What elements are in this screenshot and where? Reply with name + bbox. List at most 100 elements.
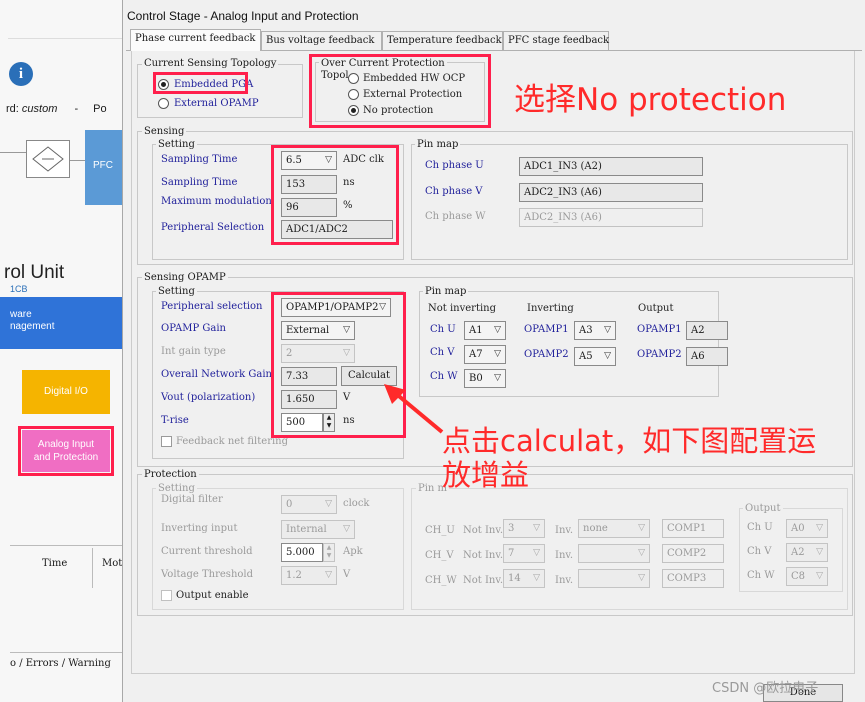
group-label: Pin map: [415, 139, 461, 150]
ch-phase-w-field: ADC2_IN3 (A6): [519, 208, 703, 227]
ch-phase-u-label: Ch phase U: [425, 160, 484, 171]
column-time: Time: [42, 558, 68, 569]
chevron-down-icon: ▽: [638, 548, 645, 558]
vout-polarization-label: Vout (polarization): [161, 392, 256, 403]
ch-phase-v-field: ADC2_IN3 (A6): [519, 183, 703, 202]
int-gain-type-label: Int gain type: [161, 346, 226, 357]
annotation-arrow-icon: [384, 384, 444, 434]
info-icon[interactable]: i: [9, 62, 33, 86]
board-value: custom: [21, 103, 58, 115]
group-label: Pin map: [423, 286, 469, 297]
prot-ch-u-not-inv-select[interactable]: 3 ▽: [503, 519, 545, 538]
analog-input-protection-tile[interactable]: Analog Input and Protection: [22, 430, 110, 472]
highlight-box: [309, 54, 491, 128]
opamp-ch-w-select[interactable]: B0 ▽: [464, 369, 506, 388]
overall-network-gain-label: Overall Network Gain: [161, 369, 272, 380]
current-threshold-unit: Apk: [343, 546, 363, 557]
prot-ch-w-label: CH_W: [425, 575, 457, 586]
digital-filter-label: Digital filter: [161, 494, 223, 505]
rectifier-icon: [32, 146, 64, 172]
chevron-down-icon: ▽: [533, 573, 540, 583]
highlight-box: [271, 145, 399, 245]
opamp-ch-v-select[interactable]: A7 ▽: [464, 345, 506, 364]
group-label: Current Sensing Topology: [142, 58, 279, 69]
chevron-down-icon: ▽: [816, 547, 823, 557]
out-opamp2-label: OPAMP2: [637, 349, 682, 360]
prot-inv-label: Inv.: [555, 550, 574, 561]
voltage-threshold-unit: V: [343, 569, 351, 580]
opamp-ch-u-label: Ch U: [430, 324, 456, 335]
prot-out-ch-w-select[interactable]: C8 ▽: [786, 567, 828, 586]
external-opamp-radio[interactable]: [158, 98, 169, 109]
log-tabs[interactable]: o / Errors / Warning: [10, 658, 111, 669]
prot-ch-u-inv-select[interactable]: none ▽: [578, 519, 650, 538]
prot-inv-label: Inv.: [555, 525, 574, 536]
prot-not-inv-label: Not Inv.: [463, 575, 503, 586]
sampling-time-label: Sampling Time: [161, 154, 238, 165]
tab-phase-current-feedback[interactable]: Phase current feedback: [130, 29, 261, 51]
current-threshold-label: Current threshold: [161, 546, 253, 557]
tab-pfc-stage-feedback[interactable]: PFC stage feedback: [503, 31, 609, 51]
control-unit-heading: rol Unit: [4, 262, 65, 283]
inv-opamp1-select[interactable]: A3 ▽: [574, 321, 616, 340]
out-opamp1-label: OPAMP1: [637, 324, 682, 335]
background-app-panel: i rd: custom - Po PFC rol Unit 1CB ware …: [0, 0, 122, 702]
firmware-management-tile[interactable]: ware nagement: [0, 297, 122, 349]
current-threshold-field[interactable]: 5.000: [281, 543, 323, 562]
ch-phase-v-label: Ch phase V: [425, 186, 483, 197]
prot-ch-v-inv-select[interactable]: ▽: [578, 544, 650, 563]
opamp-ch-v-label: Ch V: [430, 347, 455, 358]
inv-opamp2-label: OPAMP2: [524, 349, 569, 360]
inv-opamp1-label: OPAMP1: [524, 324, 569, 335]
sampling-time-ns-label: Sampling Time: [161, 177, 238, 188]
rectifier-block: [26, 140, 70, 178]
group-label: Setting: [156, 139, 197, 150]
pfc-block[interactable]: PFC: [85, 130, 122, 205]
output-enable-label: Output enable: [176, 590, 249, 601]
chevron-down-icon: ▽: [494, 373, 501, 383]
opamp-peripheral-label: Peripheral selection: [161, 301, 263, 312]
voltage-threshold-select[interactable]: 1.2 ▽: [281, 566, 337, 585]
inv-opamp2-select[interactable]: A5 ▽: [574, 347, 616, 366]
prot-ch-u-label: CH_U: [425, 525, 455, 536]
prot-ch-w-not-inv-select[interactable]: 14 ▽: [503, 569, 545, 588]
chevron-down-icon: ▽: [816, 571, 823, 581]
chevron-down-icon: ▽: [604, 351, 611, 361]
group-label: Setting: [156, 483, 197, 494]
watermark-text: CSDN @欧拉电子: [712, 681, 819, 696]
prot-ch-w-inv-select[interactable]: ▽: [578, 569, 650, 588]
digital-io-tile[interactable]: Digital I/O: [22, 370, 110, 414]
divider: [10, 545, 122, 546]
prot-out-ch-v-select[interactable]: A2 ▽: [786, 543, 828, 562]
opamp-gain-label: OPAMP Gain: [161, 323, 226, 334]
wire: [0, 152, 26, 153]
board-label: rd: custom - Po: [6, 103, 107, 115]
inverting-input-select[interactable]: Internal ▽: [281, 520, 355, 539]
chevron-down-icon: ▽: [494, 325, 501, 335]
tab-bus-voltage-feedback[interactable]: Bus voltage feedback: [261, 31, 382, 51]
dialog-title: Control Stage - Analog Input and Protect…: [127, 9, 359, 23]
annotation-click-calculate: 点击calculat，如下图配置运 放增益: [442, 424, 817, 492]
feedback-net-filtering-checkbox[interactable]: [161, 436, 172, 447]
output-header: Output: [638, 303, 674, 314]
prot-out-ch-u-select[interactable]: A0 ▽: [786, 519, 828, 538]
opamp-ch-u-select[interactable]: A1 ▽: [464, 321, 506, 340]
prot-ch-u-comp-field: COMP1: [662, 519, 724, 538]
prot-ch-w-comp-field: COMP3: [662, 569, 724, 588]
digital-filter-select[interactable]: 0 ▽: [281, 495, 337, 514]
prot-inv-label: Inv.: [555, 575, 574, 586]
tab-temperature-feedback[interactable]: Temperature feedback: [382, 31, 503, 51]
external-opamp-label: External OPAMP: [174, 98, 259, 109]
divider: [92, 548, 93, 588]
t-rise-label: T-rise: [161, 415, 189, 426]
chevron-down-icon: ▽: [343, 524, 350, 534]
group-label: Protection: [142, 469, 199, 480]
group-label: Sensing: [142, 126, 187, 137]
chevron-down-icon: ▽: [325, 570, 332, 580]
highlight-box: [153, 72, 248, 94]
prot-ch-v-not-inv-select[interactable]: 7 ▽: [503, 544, 545, 563]
out-opamp1-field: A2: [686, 321, 728, 340]
current-threshold-stepper[interactable]: ▲ ▼: [323, 543, 335, 562]
prot-ch-v-label: CH_V: [425, 550, 454, 561]
output-enable-checkbox[interactable]: [161, 590, 172, 601]
